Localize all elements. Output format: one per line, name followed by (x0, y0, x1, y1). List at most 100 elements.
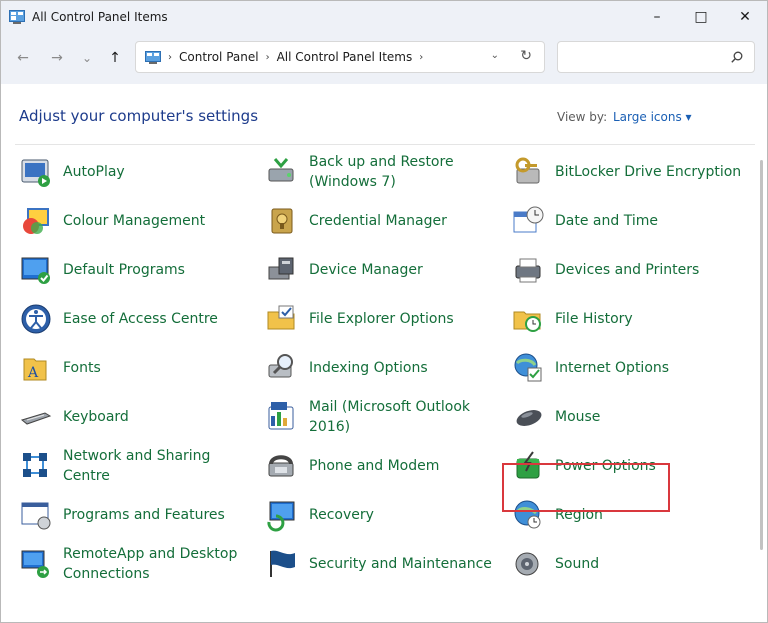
control-panel-item-label[interactable]: Devices and Printers (555, 260, 745, 280)
control-panel-item-label[interactable]: Programs and Features (63, 505, 253, 525)
control-panel-item-label[interactable]: Credential Manager (309, 211, 499, 231)
device-manager-icon[interactable] (265, 253, 299, 287)
control-panel-item-ease-of-access[interactable]: Ease of Access Centre (19, 296, 249, 341)
control-panel-item-credential-manager[interactable]: Credential Manager (265, 198, 495, 243)
control-panel-item-label[interactable]: Security and Maintenance (309, 554, 499, 574)
control-panel-item-fonts[interactable]: A Fonts (19, 345, 249, 390)
autoplay-icon[interactable] (19, 155, 53, 189)
credential-manager-icon[interactable] (265, 204, 299, 238)
control-panel-item-default-programs[interactable]: Default Programs (19, 247, 249, 292)
control-panel-item-indexing-options[interactable]: Indexing Options (265, 345, 495, 390)
control-panel-item-label[interactable]: Colour Management (63, 211, 253, 231)
control-panel-item-sound[interactable]: Sound (511, 542, 741, 587)
control-panel-item-label[interactable]: Date and Time (555, 211, 745, 231)
programs-features-icon[interactable] (19, 498, 53, 532)
search-input[interactable] (564, 46, 728, 70)
control-panel-item-label[interactable]: BitLocker Drive Encryption (555, 162, 745, 182)
control-panel-item-bitlocker[interactable]: BitLocker Drive Encryption (511, 149, 741, 194)
control-panel-item-network-sharing[interactable]: Network and Sharing Centre (19, 444, 249, 489)
control-panel-app-icon (9, 9, 25, 24)
control-panel-item-mail[interactable]: Mail (Microsoft Outlook 2016) (265, 395, 495, 440)
refresh-button[interactable]: ↻ (520, 48, 532, 64)
breadcrumb-separator[interactable]: › (419, 52, 423, 63)
control-panel-item-remoteapp[interactable]: RemoteApp and Desktop Connections (19, 542, 249, 587)
breadcrumb-all-items[interactable]: All Control Panel Items (277, 50, 413, 64)
keyboard-icon[interactable] (19, 400, 53, 434)
control-panel-item-file-history[interactable]: File History (511, 296, 741, 341)
address-bar[interactable]: › Control Panel › All Control Panel Item… (135, 41, 545, 73)
phone-modem-icon[interactable] (265, 449, 299, 483)
control-panel-item-label[interactable]: AutoPlay (63, 162, 253, 182)
control-panel-item-device-manager[interactable]: Device Manager (265, 247, 495, 292)
window-title: All Control Panel Items (32, 9, 168, 24)
maximize-button[interactable]: □ (678, 1, 724, 32)
backup-restore-icon[interactable] (265, 155, 299, 189)
page-heading: Adjust your computer's settings (19, 107, 259, 125)
control-panel-item-programs-features[interactable]: Programs and Features (19, 493, 249, 538)
date-time-icon[interactable] (511, 204, 545, 238)
control-panel-item-mouse[interactable]: Mouse (511, 395, 741, 440)
control-panel-item-devices-printers[interactable]: Devices and Printers (511, 247, 741, 292)
file-explorer-options-icon[interactable] (265, 302, 299, 336)
network-sharing-icon[interactable] (19, 449, 53, 483)
control-panel-item-label[interactable]: File Explorer Options (309, 309, 499, 329)
breadcrumb-control-panel[interactable]: Control Panel (179, 50, 259, 64)
recent-locations-button[interactable]: ⌄ (76, 47, 98, 69)
control-panel-crumb-icon (145, 50, 161, 64)
svg-text:A: A (27, 365, 39, 381)
forward-button[interactable]: → (46, 47, 68, 69)
devices-printers-icon[interactable] (511, 253, 545, 287)
remoteapp-icon[interactable] (19, 547, 53, 581)
control-panel-item-label[interactable]: Network and Sharing Centre (63, 446, 253, 486)
up-button[interactable]: ↑ (104, 47, 126, 69)
control-panel-item-label[interactable]: Fonts (63, 358, 253, 378)
close-button[interactable]: ✕ (722, 1, 767, 32)
internet-options-icon[interactable] (511, 351, 545, 385)
bitlocker-icon[interactable] (511, 155, 545, 189)
control-panel-item-label[interactable]: Internet Options (555, 358, 745, 378)
control-panel-item-backup-restore[interactable]: Back up and Restore (Windows 7) (265, 149, 495, 194)
scrollbar-thumb[interactable] (760, 160, 763, 550)
control-panel-item-label[interactable]: Ease of Access Centre (63, 309, 253, 329)
address-dropdown-button[interactable]: ⌄ (491, 50, 499, 61)
search-icon[interactable] (731, 51, 743, 63)
control-panel-item-keyboard[interactable]: Keyboard (19, 395, 249, 440)
mouse-icon[interactable] (511, 400, 545, 434)
control-panel-item-label[interactable]: Recovery (309, 505, 499, 525)
control-panel-item-colour-management[interactable]: Colour Management (19, 198, 249, 243)
colour-management-icon[interactable] (19, 204, 53, 238)
control-panel-item-label[interactable]: Mail (Microsoft Outlook 2016) (309, 397, 499, 437)
control-panel-item-label[interactable]: Mouse (555, 407, 745, 427)
default-programs-icon[interactable] (19, 253, 53, 287)
fonts-icon[interactable]: A (19, 351, 53, 385)
control-panel-item-label[interactable]: Phone and Modem (309, 456, 499, 476)
search-box[interactable] (557, 41, 755, 73)
control-panel-item-phone-modem[interactable]: Phone and Modem (265, 444, 495, 489)
control-panel-item-security-maintenance[interactable]: Security and Maintenance (265, 542, 495, 587)
ease-of-access-icon[interactable] (19, 302, 53, 336)
control-panel-item-file-explorer-options[interactable]: File Explorer Options (265, 296, 495, 341)
control-panel-item-internet-options[interactable]: Internet Options (511, 345, 741, 390)
indexing-options-icon[interactable] (265, 351, 299, 385)
control-panel-item-label[interactable]: Back up and Restore (Windows 7) (309, 152, 499, 192)
divider (15, 144, 755, 145)
file-history-icon[interactable] (511, 302, 545, 336)
control-panel-item-label[interactable]: Default Programs (63, 260, 253, 280)
control-panel-item-label[interactable]: Keyboard (63, 407, 253, 427)
view-by-label: View by: (557, 110, 608, 124)
recovery-icon[interactable] (265, 498, 299, 532)
mail-icon[interactable] (265, 400, 299, 434)
view-by-dropdown[interactable]: Large icons ▾ (613, 110, 692, 124)
control-panel-item-label[interactable]: File History (555, 309, 745, 329)
control-panel-item-label[interactable]: Indexing Options (309, 358, 499, 378)
minimize-button[interactable]: – (634, 1, 680, 32)
control-panel-item-date-time[interactable]: Date and Time (511, 198, 741, 243)
control-panel-item-label[interactable]: RemoteApp and Desktop Connections (63, 544, 253, 584)
back-button[interactable]: ← (12, 47, 34, 69)
control-panel-item-recovery[interactable]: Recovery (265, 493, 495, 538)
control-panel-item-label[interactable]: Device Manager (309, 260, 499, 280)
control-panel-item-autoplay[interactable]: AutoPlay (19, 149, 249, 194)
control-panel-item-label[interactable]: Sound (555, 554, 745, 574)
security-maintenance-icon[interactable] (265, 547, 299, 581)
sound-icon[interactable] (511, 547, 545, 581)
